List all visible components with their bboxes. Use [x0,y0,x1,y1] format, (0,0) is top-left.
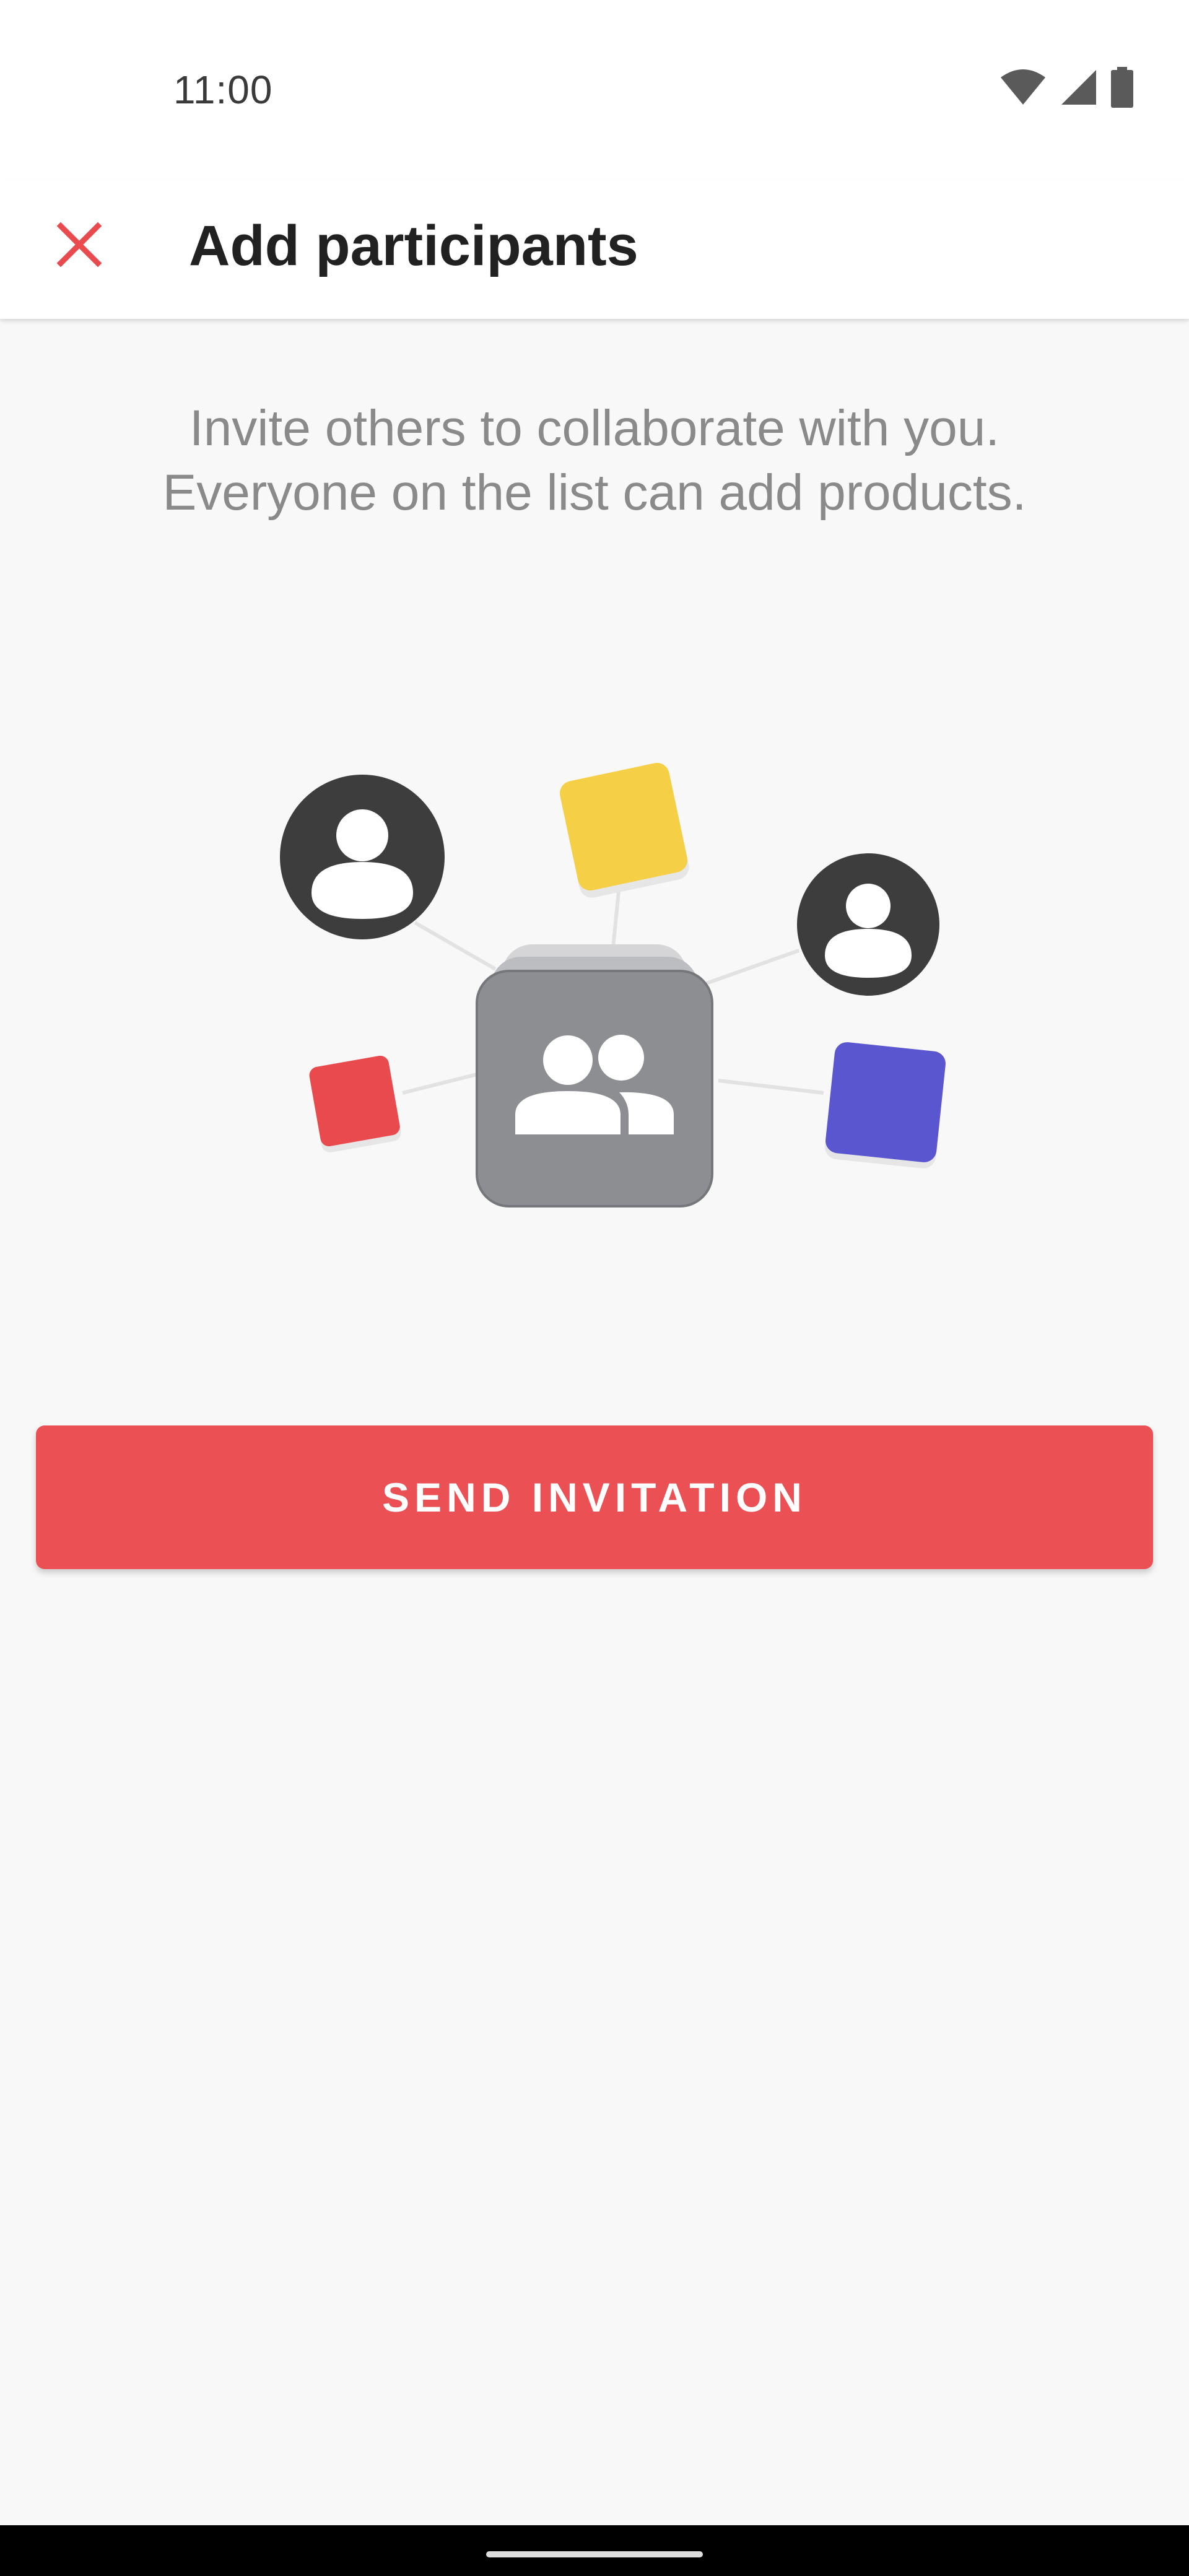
page-title: Add participants [189,214,638,277]
system-navigation-bar [0,2525,1189,2576]
status-bar: 11:00 [0,0,1189,180]
send-invitation-label: SEND INVITATION [382,1474,807,1520]
cellular-signal-icon [1060,69,1097,109]
wifi-icon [1000,69,1047,109]
red-tile [309,1055,401,1152]
status-time: 11:00 [173,67,273,112]
yellow-tile [559,762,689,898]
description-text: Invite others to collaborate with you. E… [62,396,1127,525]
description-line-2: Everyone on the list can add products. [162,464,1027,521]
battery-icon [1111,66,1133,111]
person-icon [797,853,939,996]
connector-lines [402,885,824,1095]
send-invitation-button[interactable]: SEND INVITATION [36,1425,1153,1569]
app-bar: Add participants [0,180,1189,319]
group-icon [476,944,713,1208]
description-line-1: Invite others to collaborate with you. [189,400,1000,456]
person-icon [280,775,445,939]
close-icon [56,222,102,270]
collaboration-illustration [280,762,946,1208]
status-icons [1000,66,1133,111]
blue-tile [825,1042,946,1168]
home-gesture-handle[interactable] [486,2551,703,2557]
close-button[interactable] [37,204,121,288]
